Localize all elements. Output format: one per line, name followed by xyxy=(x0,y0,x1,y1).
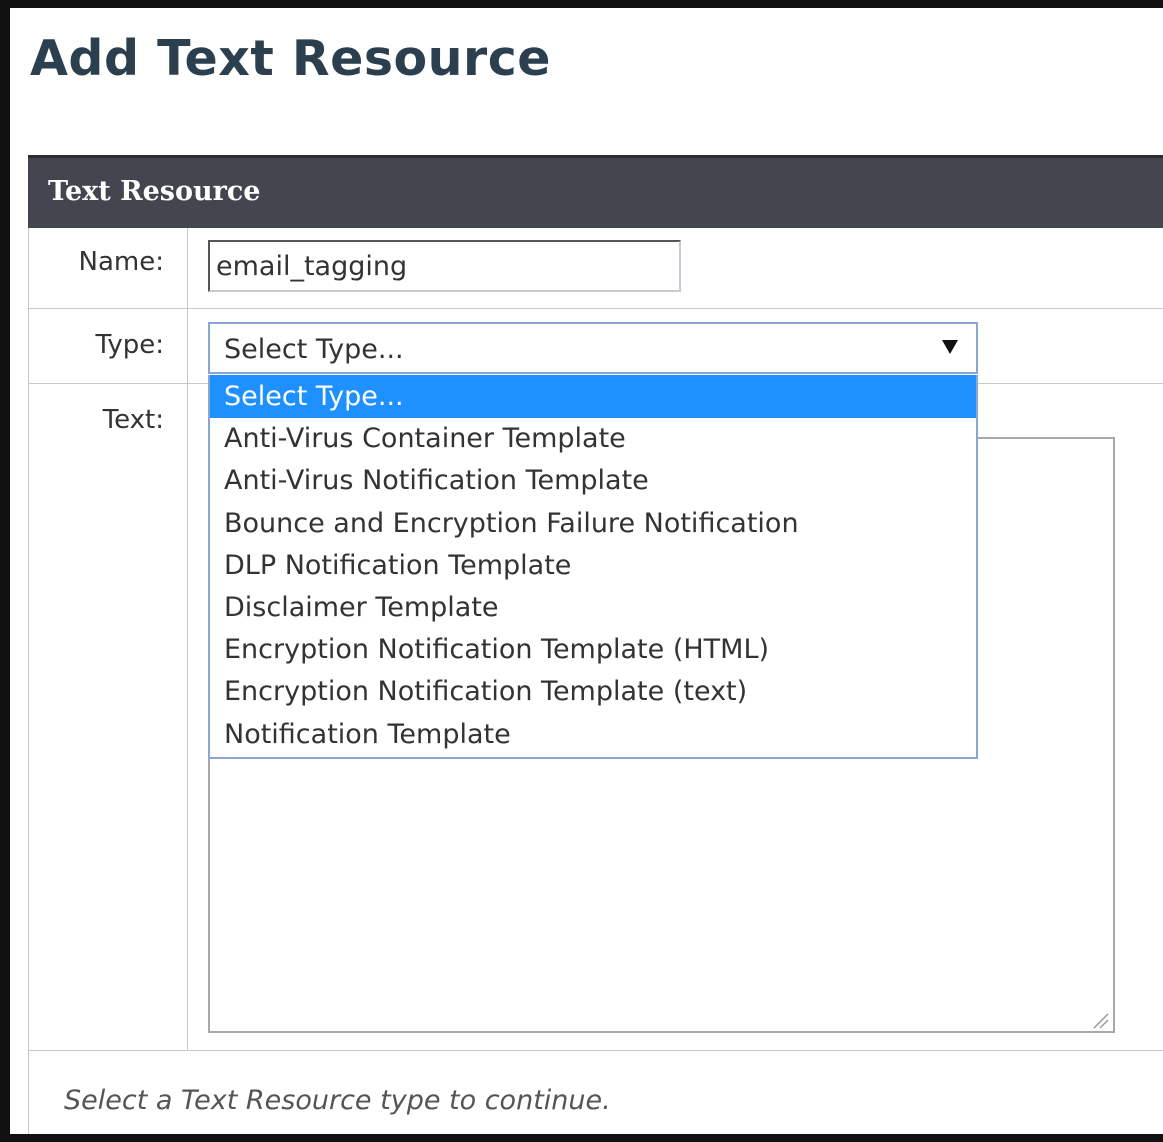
dropdown-option[interactable]: Select Type... xyxy=(210,375,976,418)
type-label: Type: xyxy=(95,330,164,360)
dropdown-option[interactable]: Encryption Notification Template (text) xyxy=(210,670,976,713)
table-column-divider xyxy=(187,228,188,1050)
dropdown-option[interactable]: Anti-Virus Container Template xyxy=(210,417,976,460)
type-select-value: Select Type... xyxy=(224,334,404,365)
name-label: Name: xyxy=(78,247,164,277)
dropdown-option[interactable]: Notification Template xyxy=(210,713,976,756)
row-divider xyxy=(28,308,1163,309)
dropdown-option[interactable]: Anti-Virus Notification Template xyxy=(210,459,976,502)
type-select[interactable]: Select Type... xyxy=(208,322,978,374)
name-input[interactable] xyxy=(208,240,681,292)
table-left-border xyxy=(28,228,29,1134)
type-dropdown-list[interactable]: Select Type... Anti-Virus Container Temp… xyxy=(208,375,978,759)
text-label: Text: xyxy=(102,405,164,435)
dropdown-option[interactable]: DLP Notification Template xyxy=(210,544,976,587)
dropdown-option[interactable]: Bounce and Encryption Failure Notificati… xyxy=(210,502,976,545)
page-title: Add Text Resource xyxy=(30,30,551,87)
chevron-down-icon[interactable] xyxy=(942,340,958,354)
section-header: Text Resource xyxy=(28,155,1163,228)
dropdown-option[interactable]: Encryption Notification Template (HTML) xyxy=(210,628,976,671)
row-divider xyxy=(28,1050,1163,1051)
dropdown-option[interactable]: Disclaimer Template xyxy=(210,586,976,629)
help-text: Select a Text Resource type to continue. xyxy=(64,1085,611,1116)
section-title: Text Resource xyxy=(48,176,261,207)
resize-grip-icon[interactable] xyxy=(1091,1011,1109,1029)
